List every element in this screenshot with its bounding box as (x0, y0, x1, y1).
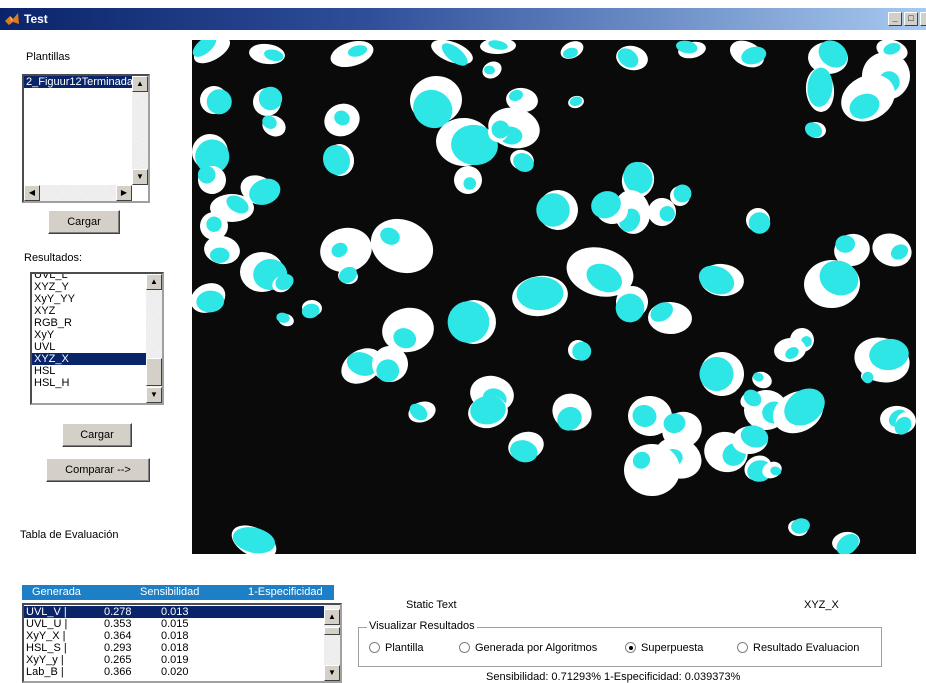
list-item[interactable]: XyY (32, 329, 162, 341)
table-cell-sens: 0.293 (104, 642, 132, 654)
table-cell-spec: 0.020 (161, 666, 189, 678)
radio-indicator[interactable] (625, 642, 636, 653)
plantillas-vscrollbar[interactable]: ▲ ▼ (132, 76, 148, 185)
table-row[interactable]: XyY_X | 0.364 0.018 (24, 630, 340, 642)
list-item[interactable]: HSL (32, 365, 162, 377)
resultados-vscrollbar[interactable]: ▲ ▼ (146, 274, 162, 403)
metrics-text: Sensibilidad: 0.71293% 1-Especificidad: … (486, 671, 741, 683)
visualizar-resultados-group: Visualizar Resultados Plantilla Generada… (358, 620, 882, 667)
arrow-up-icon[interactable]: ▲ (146, 274, 162, 290)
table-cell-spec: 0.018 (161, 630, 189, 642)
arrow-up-icon[interactable]: ▲ (324, 609, 340, 625)
segmentation-image (192, 40, 916, 554)
eval-listbox[interactable]: UVL_V | 0.278 0.013 UVL_U | 0.353 0.015 XyY_X … (22, 603, 342, 683)
minimize-button[interactable]: _ (888, 12, 902, 26)
list-item[interactable]: XyY_YY (32, 293, 162, 305)
comparar-button[interactable]: Comparar --> (46, 458, 150, 482)
list-item[interactable]: XYZ (32, 305, 162, 317)
scroll-thumb[interactable] (146, 358, 162, 386)
eval-table-header: Generada Sensibilidad 1-Especificidad (22, 585, 334, 600)
table-cell-name: UVL_V | (26, 606, 67, 618)
close-button[interactable] (920, 12, 926, 26)
table-cell-name: XyY_y | (26, 654, 64, 666)
arrow-up-icon[interactable]: ▲ (132, 76, 148, 92)
plantillas-label: Plantillas (26, 51, 71, 63)
maximize-button[interactable]: □ (904, 12, 918, 26)
current-result-label: XYZ_X (804, 599, 839, 611)
cell-overlay-region (322, 145, 351, 175)
table-cell-sens: 0.366 (104, 666, 132, 678)
list-item[interactable]: UVL (32, 341, 162, 353)
radio-generada[interactable]: Generada por Algoritmos (459, 642, 597, 654)
header-generada: Generada (32, 586, 81, 598)
radio-plantilla[interactable]: Plantilla (369, 642, 424, 654)
arrow-down-icon[interactable]: ▼ (146, 387, 162, 403)
table-row[interactable]: XyY_y | 0.265 0.019 (24, 654, 340, 666)
arrow-down-icon[interactable]: ▼ (132, 169, 148, 185)
table-cell-spec: 0.019 (161, 654, 189, 666)
cell-overlay-region (804, 122, 823, 138)
radio-label: Superpuesta (641, 642, 704, 654)
table-cell-sens: 0.364 (104, 630, 132, 642)
header-especificidad: 1-Especificidad (248, 586, 323, 598)
table-cell-spec: 0.013 (161, 606, 189, 618)
table-cell-sens: 0.265 (104, 654, 132, 666)
header-sensibilidad: Sensibilidad (140, 586, 200, 598)
table-row[interactable]: HSL_S | 0.293 0.018 (24, 642, 340, 654)
table-cell-spec: 0.018 (161, 642, 189, 654)
cell-overlay-region (209, 247, 230, 263)
resultados-label: Resultados: (24, 252, 83, 264)
cargar-resultado-button[interactable]: Cargar (62, 423, 132, 447)
table-cell-sens: 0.353 (104, 618, 132, 630)
list-item[interactable]: XYZ_Y (32, 281, 162, 293)
table-row[interactable]: UVL_U | 0.353 0.015 (24, 618, 340, 630)
table-cell-name: HSL_S | (26, 642, 67, 654)
table-cell-sens: 0.278 (104, 606, 132, 618)
list-item[interactable]: HSL_H (32, 377, 162, 389)
table-row[interactable]: UVL_V | 0.278 0.013 (24, 606, 340, 618)
eval-vscrollbar[interactable]: ▲ ▼ (324, 605, 340, 681)
list-item[interactable]: 2_Figuur12Terminada (24, 76, 148, 88)
radio-superpuesta[interactable]: Superpuesta (625, 642, 703, 654)
table-row[interactable]: Lab_B | 0.366 0.020 (24, 666, 340, 678)
cell-blob (370, 218, 434, 274)
window-title: Test (24, 12, 48, 26)
table-cell-name: Lab_B | (26, 666, 64, 678)
table-cell-spec: 0.015 (161, 618, 189, 630)
title-bar: Test _ □ (0, 8, 926, 30)
list-item[interactable]: XYZ_X (32, 353, 162, 365)
radio-indicator[interactable] (369, 642, 380, 653)
plantillas-listbox[interactable]: 2_Figuur12Terminada ▲ ▼ ◀ ▶ (22, 74, 150, 203)
table-cell-name: UVL_U | (26, 618, 68, 630)
radio-resultado-evaluacion[interactable]: Resultado Evaluacion (737, 642, 859, 654)
resultados-listbox[interactable]: UVL_L XYZ_Y XyY_YY XYZ RGB_R XyY UVL XYZ_X HSL HS… (30, 272, 164, 405)
radio-label: Plantilla (385, 642, 424, 654)
table-cell-name: XyY_X | (26, 630, 66, 642)
plantillas-hscrollbar[interactable]: ◀ ▶ (24, 185, 132, 201)
tabla-evaluacion-label: Tabla de Evaluación (20, 529, 119, 541)
arrow-left-icon[interactable]: ◀ (24, 185, 40, 201)
radio-label: Generada por Algoritmos (475, 642, 598, 654)
matlab-logo-icon (5, 13, 19, 25)
radio-indicator[interactable] (737, 642, 748, 653)
list-item[interactable]: RGB_R (32, 317, 162, 329)
radio-indicator[interactable] (459, 642, 470, 653)
arrow-down-icon[interactable]: ▼ (324, 665, 340, 681)
scroll-thumb[interactable] (324, 627, 340, 635)
list-item[interactable]: UVL_L (32, 274, 162, 281)
radio-label: Resultado Evaluacion (753, 642, 860, 654)
blob-overlay (192, 40, 916, 554)
group-title: Visualizar Resultados (367, 620, 477, 632)
arrow-right-icon[interactable]: ▶ (116, 185, 132, 201)
static-text: Static Text (406, 599, 457, 611)
cargar-plantilla-button[interactable]: Cargar (48, 210, 120, 234)
